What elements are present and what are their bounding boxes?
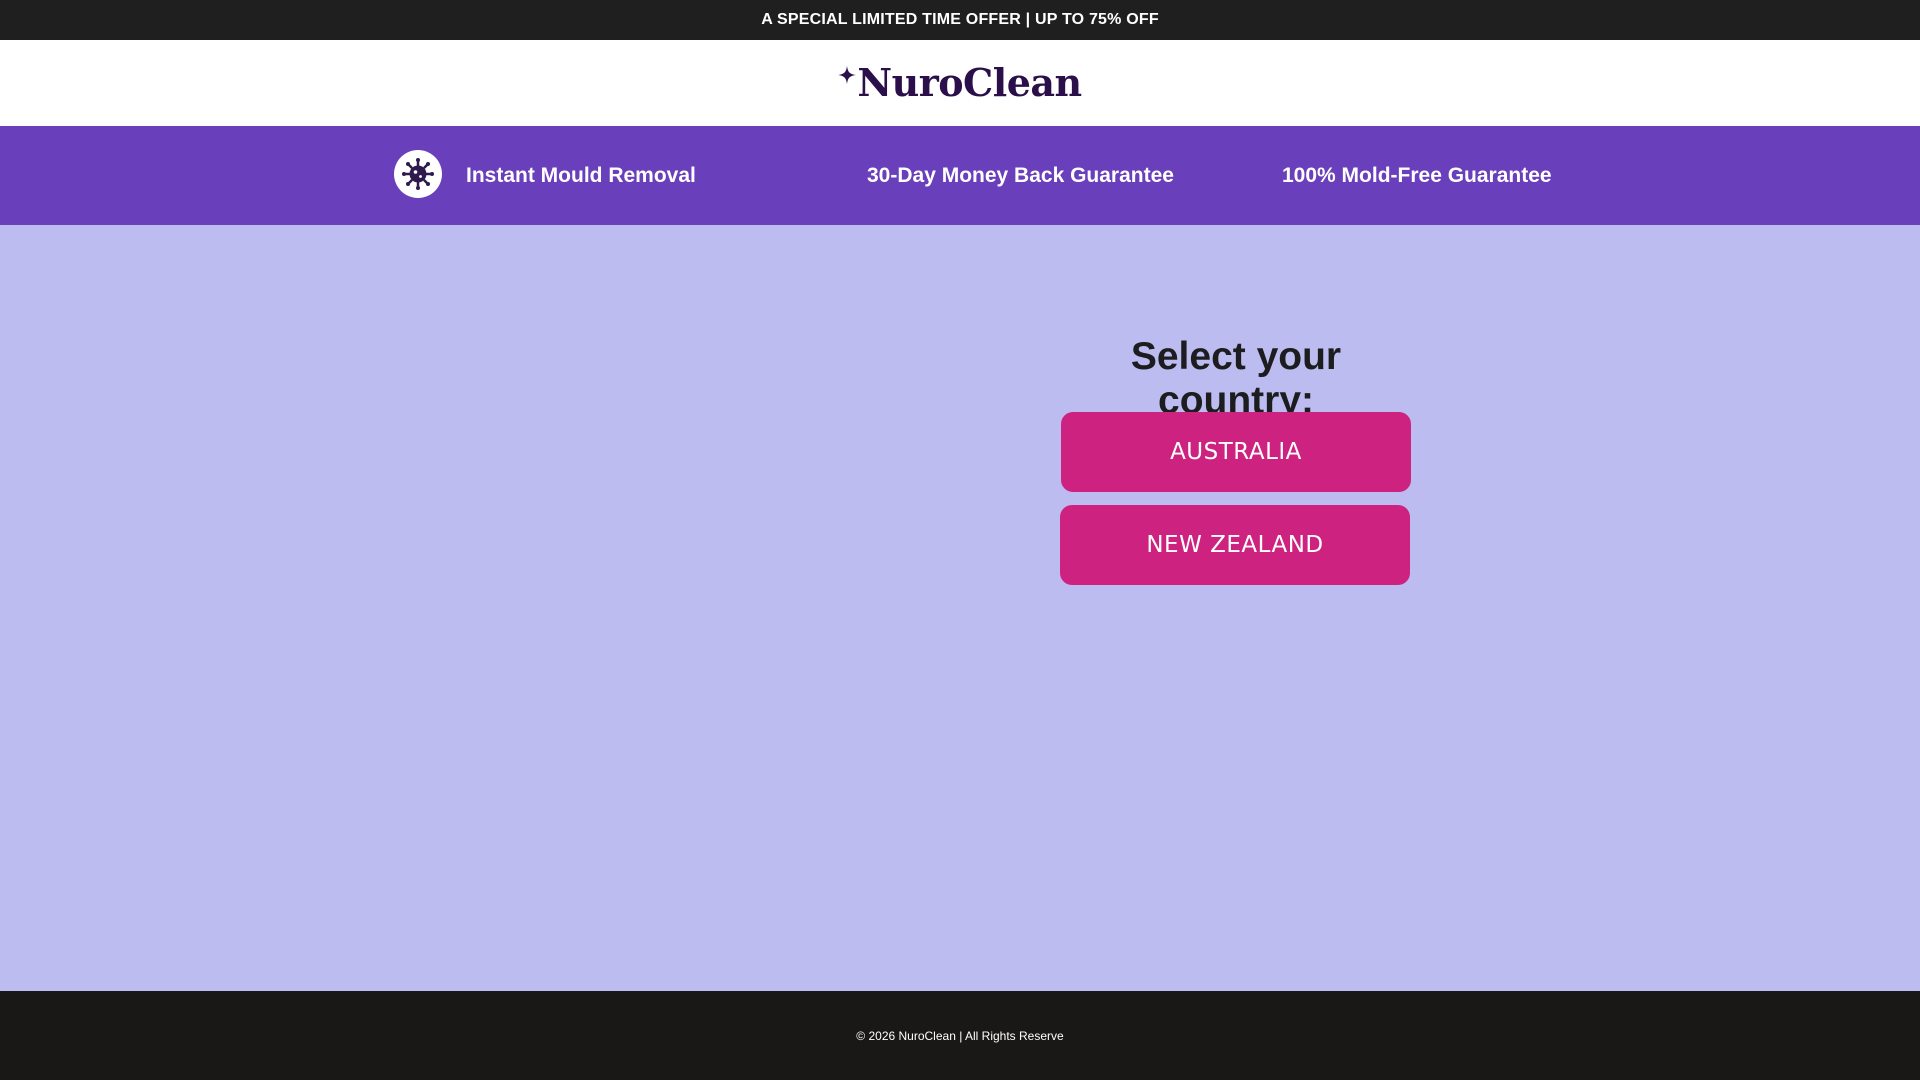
page-title: Select your country:	[1130, 335, 1342, 422]
new-zealand-button[interactable]: NEW ZEALAND	[1060, 505, 1410, 585]
country-select-section: Select your country: AUSTRALIA NEW ZEALA…	[0, 225, 1920, 991]
feature-item-instant-mould-removal: Instant Mould Removal	[394, 126, 696, 225]
mould-virus-icon	[394, 149, 442, 198]
copyright-text: © 2026 NuroClean | All Rights Reserve	[856, 1028, 1064, 1043]
feature-bar: Instant Mould Removal 30-Day Money Back …	[0, 126, 1920, 225]
feature-label: 100% Mold-Free Guarantee	[1282, 163, 1552, 187]
feature-item-mold-free: 100% Mold-Free Guarantee	[1282, 126, 1552, 225]
australia-button[interactable]: AUSTRALIA	[1061, 412, 1411, 492]
feature-label: Instant Mould Removal	[466, 163, 696, 187]
feature-item-money-back: 30-Day Money Back Guarantee	[867, 126, 1174, 225]
logo-link[interactable]: NuroClean	[838, 60, 1082, 105]
announcement-bar: A SPECIAL LIMITED TIME OFFER | UP TO 75%…	[0, 0, 1920, 40]
site-header: NuroClean	[0, 40, 1920, 126]
announcement-text: A SPECIAL LIMITED TIME OFFER | UP TO 75%…	[761, 11, 1159, 28]
site-footer: © 2026 NuroClean | All Rights Reserve	[0, 991, 1920, 1080]
sparkle-icon	[838, 66, 857, 84]
feature-label: 30-Day Money Back Guarantee	[867, 163, 1174, 187]
logo-text: NuroClean	[857, 60, 1082, 105]
